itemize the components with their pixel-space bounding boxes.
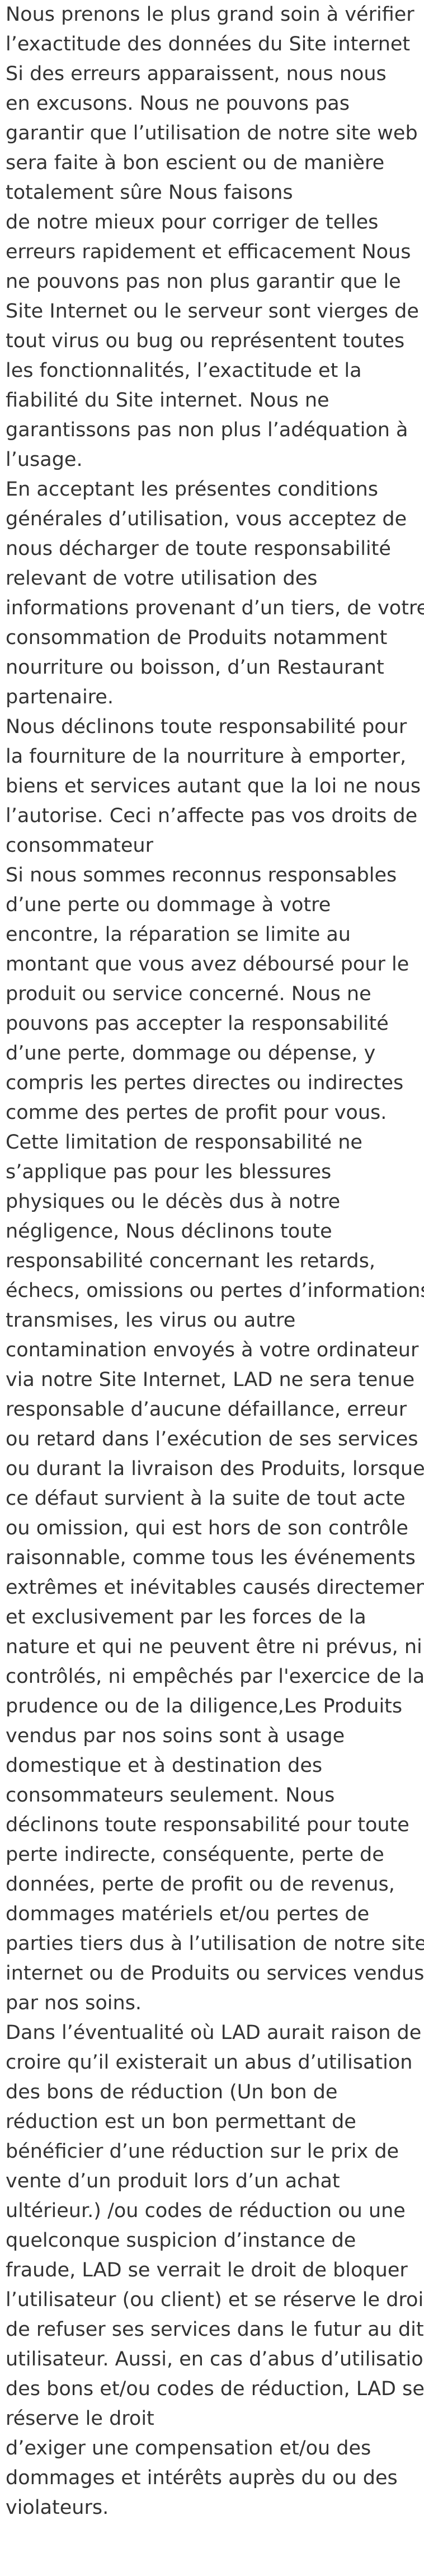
text-line: erreurs rapidement et efficacement Nous [6,241,411,263]
text-line: contamination envoyés à votre ordinateur [6,1339,419,1361]
text-line: dommages matériels et/ou pertes de [6,1903,370,1925]
text-line: utilisateur. Aussi, en cas d’abus d’util… [6,2348,424,2370]
text-line: En acceptant les présentes conditions [6,478,378,501]
text-line: encontre, la réparation se limite au [6,923,351,946]
text-line: tout virus ou bug ou représentent toutes [6,330,405,352]
text-line: croire qu’il existerait un abus d’utilis… [6,2051,413,2074]
text-line: sera faite à bon escient ou de manière [6,152,385,174]
text-line: données, perte de profit ou de revenus, [6,1873,395,1896]
text-line: transmises, les virus ou autre [6,1309,296,1332]
text-line: produit ou service concerné. Nous ne [6,983,371,1005]
text-line: réduction est un bon permettant de [6,2111,356,2133]
text-line: compris les pertes directes ou indirecte… [6,1072,404,1094]
text-line: générales d’utilisation, vous acceptez d… [6,508,407,530]
text-line: de refuser ses services dans le futur au… [6,2318,424,2341]
text-line: la fourniture de la nourriture à emporte… [6,745,407,768]
text-line: Cette limitation de responsabilité ne [6,1131,362,1154]
text-line: totalement sûre Nous faisons [6,181,293,204]
text-line: d’une perte, dommage ou dépense, y [6,1042,376,1065]
text-line: bénéficier d’une réduction sur le prix d… [6,2140,399,2163]
text-line: informations provenant d’un tiers, de vo… [6,597,424,619]
text-line: parties tiers dus à l’utilisation de not… [6,1933,424,1955]
terms-text: Nous prenons le plus grand soin à vérifi… [6,0,424,2523]
text-line: physiques ou le décès dus à notre [6,1191,341,1213]
text-line: responsable d’aucune défaillance, erreur [6,1398,407,1421]
text-line: ultérieur.) /ou codes de réduction ou un… [6,2200,406,2222]
text-line: extrêmes et inévitables causés directeme… [6,1576,424,1599]
text-line: fraude, LAD se verrait le droit de bloqu… [6,2259,408,2281]
text-line: d’exiger une compensation et/ou des [6,2437,371,2460]
text-line: ne pouvons pas non plus garantir que le [6,270,401,293]
text-line: vendus par nos soins sont à usage [6,1725,345,1747]
text-line: en excusons. Nous ne pouvons pas [6,92,350,115]
text-line: l’utilisateur (ou client) et se réserve … [6,2289,424,2311]
text-line: domestique et à destination des [6,1754,323,1777]
text-line: Site Internet ou le serveur sont vierges… [6,300,419,323]
text-line: s’applique pas pour les blessures [6,1161,332,1183]
text-line: ou durant la livraison des Produits, lor… [6,1458,424,1480]
text-line: l’exactitude des données du Site interne… [6,33,411,55]
text-line: dommages et intérêts auprès du ou des [6,2467,398,2489]
text-line: Si des erreurs apparaissent, nous nous [6,63,387,85]
text-line: nourriture ou boisson, d’un Restaurant [6,656,384,679]
text-line: les fonctionnalités, l’exactitude et la [6,360,362,382]
text-line: partenaire. [6,686,114,708]
page: Nous prenons le plus grand soin à vérifi… [0,0,424,2576]
text-line: internet ou de Produits ou services vend… [6,1962,424,1985]
text-line: biens et services autant que la loi ne n… [6,775,421,797]
text-line: fiabilité du Site internet. Nous ne [6,389,329,412]
text-line: via notre Site Internet, LAD ne sera ten… [6,1369,415,1391]
text-line: déclinons toute responsabilité pour tout… [6,1814,409,1836]
text-line: ou retard dans l’exécution de ses servic… [6,1428,418,1450]
text-line: négligence, Nous déclinons toute [6,1220,332,1243]
text-line: relevant de votre utilisation des [6,567,318,590]
text-line: nous décharger de toute responsabilité [6,538,391,560]
text-line: de notre mieux pour corriger de telles [6,211,379,234]
text-line: ou omission, qui est hors de son contrôl… [6,1517,408,1539]
text-line: l’usage. [6,449,83,471]
text-line: prudence ou de la diligence,Les Produits [6,1695,403,1718]
text-line: échecs, omissions ou pertes d’informatio… [6,1280,424,1302]
text-line: Dans l’éventualité où LAD aurait raison … [6,2022,422,2044]
text-line: perte indirecte, conséquente, perte de [6,1844,384,1866]
text-line: garantissons pas non plus l’adéquation à [6,419,408,441]
text-line: montant que vous avez déboursé pour le [6,953,409,976]
text-line: garantir que l’utilisation de notre site… [6,122,418,144]
text-line: Si nous sommes reconnus responsables [6,864,397,886]
text-line: contrôlés, ni empêchés par l'exercice de… [6,1665,424,1688]
text-line: pouvons pas accepter la responsabilité [6,1012,389,1035]
text-line: nature et qui ne peuvent être ni prévus,… [6,1636,422,1658]
text-line: raisonnable, comme tous les événements [6,1547,416,1569]
text-line: comme des pertes de profit pour vous. [6,1102,387,1124]
text-line: des bons et/ou codes de réduction, LAD s… [6,2378,424,2400]
text-line: consommateur [6,834,153,857]
text-line: vente d’un produit lors d’un achat [6,2170,340,2192]
text-line: d’une perte ou dommage à votre [6,894,331,916]
text-line: Nous déclinons toute responsabilité pour [6,716,407,738]
text-line: l’autorise. Ceci n’affecte pas vos droit… [6,805,418,827]
text-line: quelconque suspicion d’instance de [6,2229,356,2252]
text-line: consommateurs seulement. Nous [6,1784,335,1807]
text-line: par nos soins. [6,1992,142,2014]
text-line: violateurs. [6,2496,109,2519]
text-line: réserve le droit [6,2407,154,2430]
text-line: ce défaut survient à la suite de tout ac… [6,1487,406,1510]
text-line: et exclusivement par les forces de la [6,1606,366,1628]
text-line: des bons de réduction (Un bon de [6,2081,338,2103]
text-line: consommation de Produits notamment [6,627,388,649]
text-line: Nous prenons le plus grand soin à vérifi… [6,3,414,26]
text-line: responsabilité concernant les retards, [6,1250,376,1272]
